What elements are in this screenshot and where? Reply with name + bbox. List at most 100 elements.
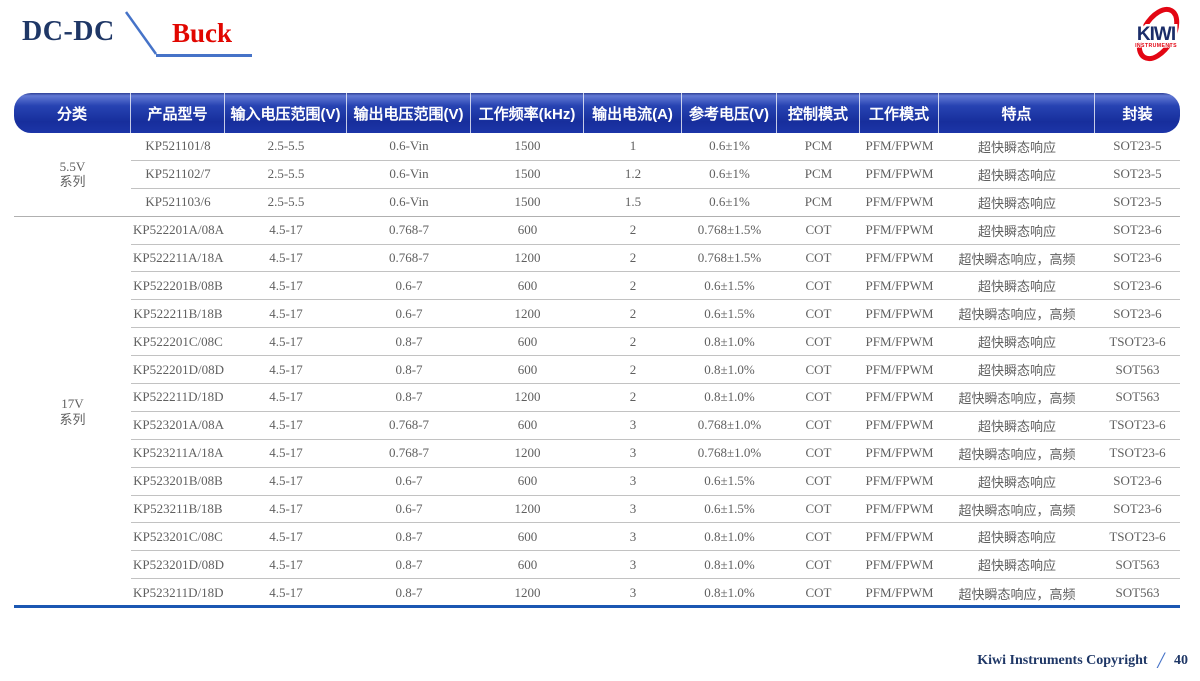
cell-model: KP521103/6 [131, 189, 225, 217]
page-number: 40 [1174, 652, 1188, 668]
table-row: 5.5V 系列 KP521101/8 2.5-5.5 0.6-Vin 1500 1 0.6±1… [14, 133, 1180, 217]
cell-features: 超快瞬态响应，高频 [939, 384, 1095, 412]
page-title-category: DC-DC [22, 16, 115, 47]
cell-frequency: 600 [471, 412, 584, 440]
cell-work-mode: PFM/FPWM [860, 161, 939, 189]
cell-vin-range: 4.5-17 [225, 412, 347, 440]
cell-frequency: 600 [471, 356, 584, 385]
cell-vref: 0.6±1.5% [682, 468, 777, 496]
col-header-iout: 输出电流(A) [584, 93, 682, 133]
cell-frequency: 1500 [471, 161, 584, 189]
cell-package: SOT23-5 [1095, 189, 1180, 217]
cell-work-mode: PFM/FPWM [860, 551, 939, 580]
cell-vin-range: 4.5-17 [225, 356, 347, 385]
logo-subtitle: INSTRUMENTS [1135, 43, 1177, 49]
cell-control-mode: COT [777, 440, 860, 468]
cell-features: 超快瞬态响应 [939, 189, 1095, 217]
table-row: KP523211A/18A 4.5-17 0.768-7 1200 3 0.768±1.0… [14, 440, 1180, 468]
cell-model: KP521101/8 [131, 133, 225, 161]
cell-package: TSOT23-6 [1095, 523, 1180, 552]
cell-control-mode: COT [777, 523, 860, 552]
table-row: KP523211B/18B 4.5-17 0.6-7 1200 3 0.6±1.5% COT… [14, 496, 1180, 524]
cell-work-mode: PFM/FPWM [860, 440, 939, 468]
cell-features: 超快瞬态响应，高频 [939, 300, 1095, 329]
cell-vref: 0.8±1.0% [682, 384, 777, 412]
cell-features: 超快瞬态响应，高频 [939, 440, 1095, 468]
cell-iout: 2 [584, 217, 682, 245]
cell-vin-range: 2.5-5.5 [225, 133, 347, 161]
page-title-topic: Buck [172, 18, 233, 48]
table-row: KP523211D/18D 4.5-17 0.8-7 1200 3 0.8±1.0% COT… [14, 579, 1180, 607]
table-body: 5.5V 系列 KP521101/8 2.5-5.5 0.6-Vin 1500 1 0.6±1… [14, 133, 1180, 607]
cell-iout: 2 [584, 384, 682, 412]
cell-vin-range: 2.5-5.5 [225, 161, 347, 189]
table-row: KP522211B/18B 4.5-17 0.6-7 1200 2 0.6±1.5% COT… [14, 300, 1180, 329]
cell-iout: 2 [584, 300, 682, 329]
col-header-model: 产品型号 [131, 93, 225, 133]
slide-page: { "header": { "category": "DC-DC", "topi… [0, 0, 1200, 681]
cell-vin-range: 4.5-17 [225, 384, 347, 412]
cell-vref: 0.8±1.0% [704, 585, 755, 601]
cell-features: 超快瞬态响应，高频 [939, 496, 1095, 524]
cell-iout: 3 [629, 585, 637, 601]
cell-control-mode: COT [777, 384, 860, 412]
cell-vref: 0.768±1.5% [682, 245, 777, 273]
cell-vin-range: 4.5-17 [225, 551, 347, 580]
cell-control-mode: COT [777, 468, 860, 496]
table-row: KP522211A/18A 4.5-17 0.768-7 1200 2 0.768±1.5… [14, 245, 1180, 273]
cell-vref: 0.6±1% [682, 161, 777, 189]
cell-features: 超快瞬态响应 [939, 272, 1095, 301]
cell-control-mode: COT [805, 585, 832, 601]
cell-vout-range: 0.6-Vin [347, 133, 471, 161]
col-header-vref: 参考电压(V) [682, 93, 777, 133]
cell-vref: 0.8±1.0% [682, 356, 777, 385]
cell-vin-range: 4.5-17 [225, 328, 347, 357]
cell-iout: 2 [584, 328, 682, 357]
cell-features: 超快瞬态响应 [939, 328, 1095, 357]
cell-vin-range: 4.5-17 [225, 272, 347, 301]
cell-work-mode: PFM/FPWM [860, 245, 939, 273]
col-header-vin-range: 输入电压范围(V) [225, 93, 347, 133]
table-row: KP523201B/08B 4.5-17 0.6-7 600 3 0.6±1.5% COT P… [14, 468, 1180, 496]
cell-vout-range: 0.6-7 [347, 300, 471, 329]
cell-model: KP521102/7 [131, 161, 225, 189]
table-row: KP523201C/08C 4.5-17 0.8-7 600 3 0.8±1.0% COT P… [14, 523, 1180, 552]
cell-vref: 0.768±1.0% [682, 440, 777, 468]
cell-features: 超快瞬态响应 [939, 161, 1095, 189]
cell-work-mode: PFM/FPWM [860, 133, 939, 161]
cell-vin-range: 4.5-17 [225, 245, 347, 273]
cell-model: KP522201B/08B [131, 272, 225, 301]
cell-iout: 3 [584, 523, 682, 552]
cell-frequency: 600 [471, 468, 584, 496]
cell-package: SOT563 [1095, 551, 1180, 580]
cell-frequency: 600 [471, 523, 584, 552]
cell-iout: 3 [584, 551, 682, 580]
cell-features: 超快瞬态响应 [939, 356, 1095, 385]
cell-vin-range: 4.5-17 [225, 300, 347, 329]
cell-control-mode: PCM [777, 133, 860, 161]
col-header-features: 特点 [939, 93, 1095, 133]
table-row: KP521103/6 2.5-5.5 0.6-Vin 1500 1.5 0.6±1% PCM… [14, 189, 1180, 217]
cell-package: SOT23-5 [1095, 161, 1180, 189]
cell-iout: 3 [584, 468, 682, 496]
cell-work-mode: PFM/FPWM [860, 300, 939, 329]
cell-frequency: 1500 [471, 133, 584, 161]
cell-frequency: 600 [471, 551, 584, 580]
series-group-label: 5.5V 系列 [14, 133, 131, 217]
cell-frequency: 600 [471, 328, 584, 357]
cell-model: KP522201C/08C [131, 328, 225, 357]
table-header-row: 分类 产品型号 输入电压范围(V) 输出电压范围(V) 工作频率(kHz) 输出… [14, 93, 1180, 133]
cell-vref: 0.6±1.5% [682, 272, 777, 301]
cell-model: KP523211A/18A [131, 440, 225, 468]
cell-iout: 3 [584, 496, 682, 524]
cell-control-mode: COT [777, 328, 860, 357]
footer-slash-divider: / [1157, 648, 1164, 673]
cell-model: KP523201D/08D [131, 551, 225, 580]
logo-wordmark: KIWI [1137, 24, 1176, 45]
product-table: 分类 产品型号 输入电压范围(V) 输出电压范围(V) 工作频率(kHz) 输出… [14, 93, 1180, 607]
cell-work-mode: PFM/FPWM [860, 356, 939, 385]
cell-vout-range: 0.8-7 [347, 551, 471, 580]
cell-frequency: 1200 [471, 245, 584, 273]
page-footer: Kiwi Instruments Copyright / 40 [977, 649, 1188, 672]
cell-vout-range: 0.768-7 [347, 440, 471, 468]
